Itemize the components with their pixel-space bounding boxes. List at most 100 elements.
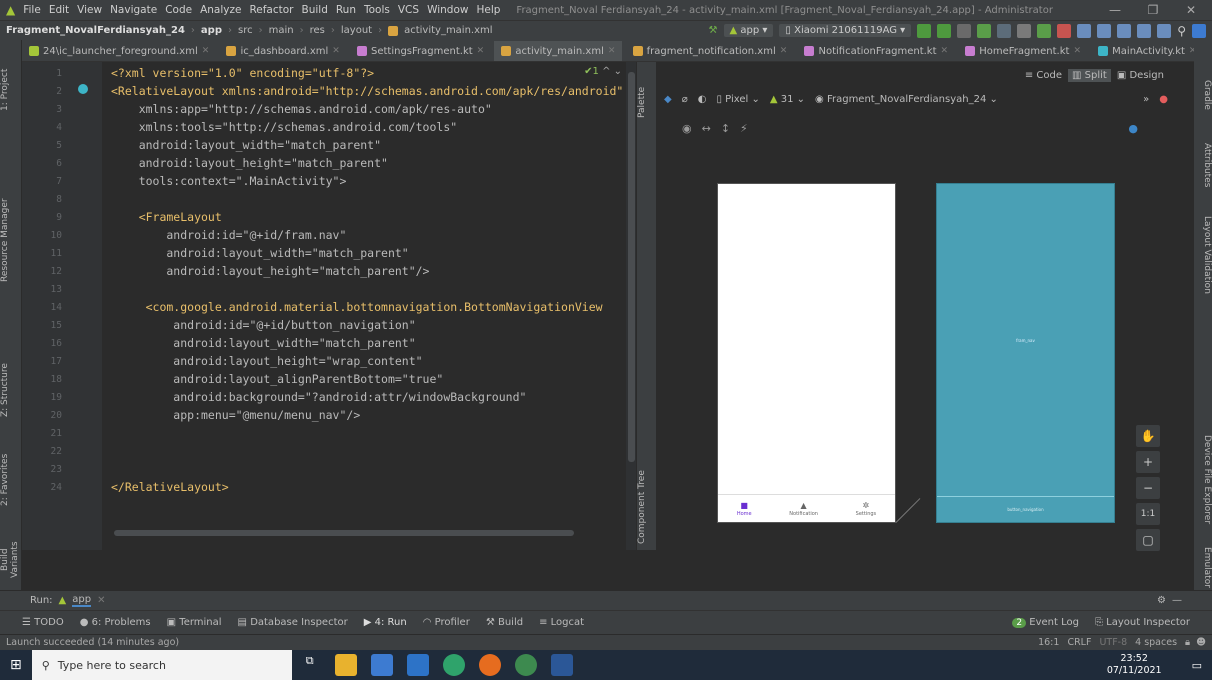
terminal-tab[interactable]: ▣ Terminal [167, 617, 222, 628]
tab-main-activity[interactable]: MainActivity.kt✕ [1091, 40, 1194, 61]
code-mode-button[interactable]: ≡ Code [1025, 70, 1062, 81]
close-icon[interactable]: ✕ [780, 46, 788, 56]
class-gutter-icon[interactable] [78, 84, 88, 94]
vertical-icon[interactable]: ↕ [721, 122, 730, 135]
file-encoding[interactable]: UTF-8 [1099, 637, 1127, 648]
menu-edit[interactable]: Edit [49, 4, 69, 16]
update-icon[interactable] [1192, 23, 1206, 38]
warning-icon[interactable]: ● [1159, 94, 1168, 105]
close-icon[interactable]: ✕ [202, 46, 210, 56]
zoom-in-button[interactable]: + [1136, 451, 1160, 473]
resource-manager-tab[interactable]: Resource Manager [0, 180, 22, 300]
menu-window[interactable]: Window [427, 4, 468, 16]
close-icon[interactable]: ✕ [477, 46, 485, 56]
word-icon[interactable] [550, 654, 573, 676]
design-mode-button[interactable]: ▣ Design [1117, 70, 1164, 81]
tab-home-fragment[interactable]: HomeFragment.kt ✕ [958, 40, 1088, 61]
structure-tab[interactable]: Z: Structure [0, 350, 22, 430]
menu-run[interactable]: Run [336, 4, 356, 16]
debug-icon[interactable] [977, 23, 992, 38]
store-icon[interactable] [370, 654, 393, 676]
avd-manager-icon[interactable] [1117, 23, 1132, 38]
design-preview[interactable]: ■ Home ▲ Notification ✲ Settings [717, 183, 896, 523]
gradle-sync-icon[interactable] [1157, 23, 1172, 38]
hide-icon[interactable]: — [1172, 595, 1182, 606]
run-tab[interactable]: ▶ 4: Run [364, 617, 407, 628]
sdk-manager-icon[interactable] [1097, 23, 1112, 38]
windows-start-icon[interactable]: ⊞ [10, 657, 22, 673]
gradle-tab[interactable]: Gradle [1194, 70, 1212, 120]
line-separator[interactable]: CRLF [1067, 637, 1091, 648]
layout-validation-tab[interactable]: Layout Validation [1194, 205, 1212, 305]
profiler-tab[interactable]: ◠ Profiler [423, 617, 470, 628]
search-icon[interactable]: ⚲ [1177, 24, 1186, 38]
menu-navigate[interactable]: Navigate [110, 4, 157, 16]
notifications-icon[interactable]: ▭ [1192, 659, 1202, 672]
attributes-tab[interactable]: Attributes [1194, 135, 1212, 195]
hammer-icon[interactable]: ⚒ [709, 25, 718, 36]
zoom-out-button[interactable]: − [1136, 477, 1160, 499]
zoom-fit-button[interactable]: ▢ [1136, 529, 1160, 551]
help-icon[interactable]: ● [1128, 122, 1138, 135]
blueprint-preview[interactable]: fram_nav button_navigation [936, 183, 1115, 523]
more-icon[interactable]: » [1143, 94, 1149, 105]
breadcrumb-src[interactable]: src [238, 25, 253, 36]
lock-icon[interactable]: 🔒︎ [1185, 637, 1190, 648]
device-select[interactable]: ▯ Pixel ⌄ [716, 94, 759, 105]
preview-nav-notification[interactable]: ▲ Notification [789, 501, 818, 517]
stop-icon[interactable] [1057, 23, 1072, 38]
blueprint-bottom-navigation[interactable]: button_navigation [937, 496, 1114, 522]
file-explorer-icon[interactable] [334, 654, 357, 676]
firefox-icon[interactable] [478, 654, 501, 676]
run-config-tab[interactable]: app [72, 594, 92, 607]
minimize-button[interactable]: — [1100, 3, 1130, 17]
api-select[interactable]: ▲ 31 ⌄ [770, 94, 805, 105]
preview-nav-home[interactable]: ■ Home [737, 501, 752, 517]
indent-setting[interactable]: 4 spaces [1135, 637, 1177, 648]
close-icon[interactable]: ✕ [332, 46, 340, 56]
android-studio-taskbar-icon[interactable] [514, 654, 537, 676]
preview-bottom-navigation[interactable]: ■ Home ▲ Notification ✲ Settings [718, 494, 895, 522]
emulator-tab[interactable]: Emulator [1194, 545, 1212, 590]
device-select[interactable]: ▯ Xiaomi 21061119AG ▾ [779, 24, 912, 37]
tab-settings-fragment[interactable]: SettingsFragment.kt ✕ [350, 40, 491, 61]
tab-activity-main[interactable]: activity_main.xml ✕ [494, 41, 623, 61]
eye-icon[interactable]: ◉ [682, 122, 692, 135]
menu-analyze[interactable]: Analyze [200, 4, 241, 16]
menu-vcs[interactable]: VCS [398, 4, 419, 16]
build-variants-tab[interactable]: Build Variants [0, 530, 22, 590]
code-editor[interactable]: 1 2 3 4 5 6 7 8 9 10 11 12 13 14 15 16 1… [22, 62, 636, 550]
close-icon[interactable]: ✕ [608, 46, 616, 56]
close-icon[interactable]: ✕ [1073, 46, 1081, 56]
tab-fragment-notification[interactable]: fragment_notification.xml ✕ [626, 40, 795, 61]
project-tab[interactable]: 1: Project [0, 60, 22, 120]
menu-view[interactable]: View [77, 4, 102, 16]
breadcrumb-file[interactable]: activity_main.xml [404, 25, 492, 36]
event-log-tab[interactable]: 2 Event Log [1012, 617, 1079, 628]
close-button[interactable]: ✕ [1176, 3, 1206, 17]
build-tab[interactable]: ⚒ Build [486, 617, 523, 628]
run-coverage-icon[interactable] [957, 23, 972, 38]
menu-tools[interactable]: Tools [364, 4, 390, 16]
device-file-explorer-tab[interactable]: Device File Explorer [1194, 420, 1212, 540]
gear-icon[interactable]: ⚙ [1157, 595, 1166, 606]
palette-tab[interactable]: Palette [637, 72, 657, 132]
database-inspector-tab[interactable]: ▤ Database Inspector [238, 617, 348, 628]
blueprint-toggle-icon[interactable]: ⌀ [682, 94, 688, 105]
menu-file[interactable]: File [23, 4, 41, 16]
favorites-tab[interactable]: 2: Favorites [0, 440, 22, 520]
breadcrumb-app[interactable]: app [201, 25, 222, 36]
pan-icon[interactable]: ✋ [1136, 425, 1160, 447]
apply-code-changes-icon[interactable] [937, 23, 952, 38]
magic-icon[interactable]: ⚡ [740, 122, 748, 135]
menu-refactor[interactable]: Refactor [249, 4, 293, 16]
preview-nav-settings[interactable]: ✲ Settings [856, 501, 877, 517]
zoom-1-1-button[interactable]: 1:1 [1136, 503, 1160, 525]
breadcrumb-layout[interactable]: layout [341, 25, 372, 36]
face-icon[interactable]: ☻ [1196, 637, 1206, 648]
split-mode-button[interactable]: ▥ Split [1068, 68, 1111, 82]
apply-changes-icon[interactable] [917, 23, 932, 38]
breadcrumb-main[interactable]: main [269, 25, 294, 36]
maximize-button[interactable]: ❐ [1138, 3, 1168, 17]
logcat-tab[interactable]: ≡ Logcat [539, 617, 584, 628]
